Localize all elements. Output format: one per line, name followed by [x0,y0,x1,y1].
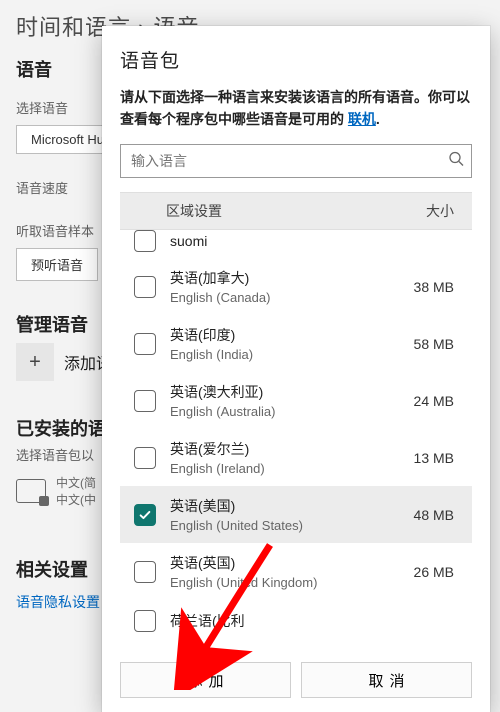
monitor-icon [16,479,46,503]
language-size: 13 MB [414,450,454,466]
language-text: 英语(加拿大) English (Canada) [170,268,400,305]
language-row[interactable]: 英语(加拿大) English (Canada) 38 MB [120,258,472,315]
language-subname: English (Ireland) [170,461,400,476]
language-size: 38 MB [414,279,454,295]
checkbox[interactable] [134,561,156,583]
col-region: 区域设置 [166,201,222,221]
checkbox[interactable] [134,504,156,526]
add-button[interactable]: 添加 [120,662,291,698]
language-size: 26 MB [414,564,454,580]
language-list[interactable]: suomi 英语(加拿大) English (Canada) 38 MB 英语(印度) E… [120,230,472,652]
language-name: 英语(美国) [170,496,400,516]
language-text: 英语(印度) English (India) [170,325,400,362]
cancel-button[interactable]: 取消 [301,662,472,698]
language-subname: English (Australia) [170,404,400,419]
search-input[interactable] [120,144,472,178]
language-text: suomi [170,233,440,249]
checkbox[interactable] [134,610,156,632]
plus-icon: + [16,343,54,381]
language-size: 24 MB [414,393,454,409]
language-row[interactable]: 英语(英国) English (United Kingdom) 26 MB [120,543,472,600]
col-size: 大小 [426,201,454,221]
language-text: 荷兰语(比利 [170,611,440,631]
checkbox[interactable] [134,276,156,298]
language-row[interactable]: 英语(印度) English (India) 58 MB [120,315,472,372]
language-subname: English (India) [170,347,400,362]
language-name: 英语(澳大利亚) [170,382,400,402]
language-subname: English (United States) [170,518,400,533]
language-text: 英语(英国) English (United Kingdom) [170,553,400,590]
language-name: 英语(英国) [170,553,400,573]
language-size: 48 MB [414,507,454,523]
language-subname: English (United Kingdom) [170,575,400,590]
installed-item-line1: 中文(简 [56,474,96,491]
language-text: 英语(爱尔兰) English (Ireland) [170,439,400,476]
language-name: 荷兰语(比利 [170,611,440,631]
language-size: 58 MB [414,336,454,352]
preview-button[interactable]: 预听语音 [16,248,98,281]
language-name: 英语(爱尔兰) [170,439,400,459]
language-name: suomi [170,233,440,249]
dialog-footer: 添加 取消 [120,652,472,698]
dialog-desc-text-a: 请从下面选择一种语言来安装该语言的所有语音。你可以查看每个程序包中哪些语音是可用… [120,89,470,127]
dialog-title: 语音包 [120,46,472,73]
voice-pack-dialog: 语音包 请从下面选择一种语言来安装该语言的所有语音。你可以查看每个程序包中哪些语… [102,26,490,712]
language-row[interactable]: 荷兰语(比利 [120,600,472,632]
checkbox[interactable] [134,390,156,412]
installed-item-line2: 中文(中 [56,491,96,508]
checkbox[interactable] [134,447,156,469]
language-name: 英语(加拿大) [170,268,400,288]
online-link[interactable]: 联机 [348,111,376,127]
language-row[interactable]: 英语(澳大利亚) English (Australia) 24 MB [120,372,472,429]
checkbox[interactable] [134,333,156,355]
language-text: 英语(澳大利亚) English (Australia) [170,382,400,419]
language-name: 英语(印度) [170,325,400,345]
language-row[interactable]: 英语(爱尔兰) English (Ireland) 13 MB [120,429,472,486]
language-subname: English (Canada) [170,290,400,305]
search-icon[interactable] [448,151,464,172]
language-row[interactable]: 英语(美国) English (United States) 48 MB [120,486,472,543]
dialog-description: 请从下面选择一种语言来安装该语言的所有语音。你可以查看每个程序包中哪些语音是可用… [120,87,472,130]
search-wrap [120,144,472,178]
add-voice-tile[interactable]: + 添加语 [16,343,112,381]
dialog-desc-text-b: . [376,111,380,127]
checkbox[interactable] [134,230,156,252]
language-text: 英语(美国) English (United States) [170,496,400,533]
language-row[interactable]: suomi [120,230,472,258]
table-header: 区域设置 大小 [120,192,472,230]
